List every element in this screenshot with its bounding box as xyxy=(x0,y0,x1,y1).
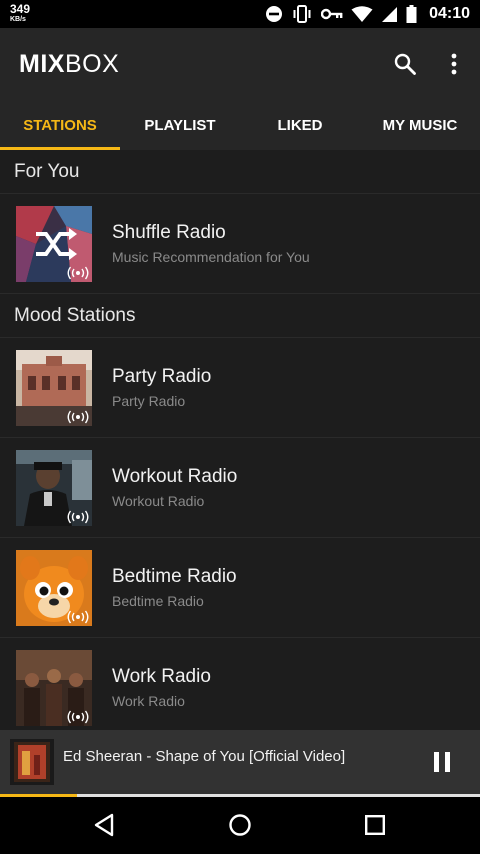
network-speed-value: 349 xyxy=(10,2,31,16)
station-title: Party Radio xyxy=(112,366,212,387)
now-playing-title: Ed Sheeran - Shape of You [Official Vide… xyxy=(63,748,346,765)
radio-broadcast-icon xyxy=(67,510,89,523)
radio-broadcast-icon xyxy=(67,710,89,723)
station-thumbnail xyxy=(16,205,92,282)
logo-light-text: BOX xyxy=(64,50,120,78)
pause-icon xyxy=(434,752,450,772)
nav-home-button[interactable] xyxy=(220,809,260,841)
mini-player[interactable]: Ed Sheeran - Shape of You [Official Vide… xyxy=(0,730,480,794)
logo-bold-text: MIX xyxy=(19,50,65,78)
station-thumbnail xyxy=(16,649,92,726)
station-title: Bedtime Radio xyxy=(112,566,237,587)
search-icon xyxy=(394,53,416,75)
station-text: Shuffle Radio Music Recommendation for Y… xyxy=(112,222,310,265)
back-icon xyxy=(94,813,114,837)
radio-broadcast-icon xyxy=(67,410,89,423)
vibrate-icon xyxy=(291,5,313,23)
app-logo: MIXBOX xyxy=(19,50,119,79)
system-nav-bar xyxy=(0,797,480,854)
do-not-disturb-icon xyxy=(265,5,283,23)
station-text: Work Radio Work Radio xyxy=(112,666,211,709)
station-subtitle: Bedtime Radio xyxy=(112,593,204,609)
radio-broadcast-icon xyxy=(67,266,89,279)
station-row-work-radio[interactable]: Work Radio Work Radio xyxy=(0,638,480,730)
tab-playlist[interactable]: PLAYLIST xyxy=(120,100,240,150)
radio-broadcast-icon xyxy=(67,610,89,623)
status-icons: 04:10 xyxy=(265,0,470,28)
recents-icon xyxy=(365,815,386,836)
tab-bar: STATIONS PLAYLIST LIKED MY MUSIC xyxy=(0,100,480,150)
station-title: Work Radio xyxy=(112,666,211,687)
station-text: Bedtime Radio Bedtime Radio xyxy=(112,566,237,609)
home-icon xyxy=(229,814,251,836)
station-row-bedtime-radio[interactable]: Bedtime Radio Bedtime Radio xyxy=(0,538,480,638)
network-speed-unit: KB/s xyxy=(10,16,26,23)
battery-icon xyxy=(406,5,417,23)
station-thumbnail xyxy=(16,449,92,526)
station-title: Workout Radio xyxy=(112,466,238,487)
vpn-key-icon xyxy=(321,7,343,21)
now-playing-thumbnail xyxy=(10,739,54,785)
tab-stations[interactable]: STATIONS xyxy=(0,100,120,150)
station-text: Party Radio Party Radio xyxy=(112,366,211,409)
station-subtitle: Work Radio xyxy=(112,693,185,709)
status-bar: 349 KB/s 04:10 xyxy=(0,0,480,28)
station-subtitle: Party Radio xyxy=(112,393,186,409)
section-header-for-you: For You xyxy=(0,150,480,194)
nav-back-button[interactable] xyxy=(84,809,124,841)
station-row-workout-radio[interactable]: Workout Radio Workout Radio xyxy=(0,438,480,538)
tab-my-music[interactable]: MY MUSIC xyxy=(360,100,480,150)
station-subtitle: Music Recommendation for You xyxy=(112,249,310,265)
nav-recents-button[interactable] xyxy=(355,809,395,841)
now-playing-artwork xyxy=(10,739,54,785)
section-header-mood-stations: Mood Stations xyxy=(0,294,480,338)
station-text: Workout Radio Workout Radio xyxy=(112,466,237,509)
station-thumbnail xyxy=(16,349,92,426)
app-root: 349 KB/s 04:10 MIXBOX STATIONS PLAYLIST … xyxy=(0,0,480,854)
status-clock: 04:10 xyxy=(429,5,470,22)
pause-button[interactable] xyxy=(426,746,458,778)
signal-icon xyxy=(381,6,398,23)
station-row-shuffle-radio[interactable]: Shuffle Radio Music Recommendation for Y… xyxy=(0,194,480,294)
station-list[interactable]: For You Shuffle Radio Music Recommendati… xyxy=(0,150,480,730)
network-speed: 349 KB/s xyxy=(10,3,30,23)
tab-liked[interactable]: LIKED xyxy=(240,100,360,150)
search-button[interactable] xyxy=(387,46,423,82)
overflow-menu-button[interactable] xyxy=(436,46,472,82)
wifi-icon xyxy=(351,5,373,23)
station-thumbnail xyxy=(16,549,92,626)
station-row-party-radio[interactable]: Party Radio Party Radio xyxy=(0,338,480,438)
more-vert-icon xyxy=(451,53,457,75)
station-title: Shuffle Radio xyxy=(112,222,226,243)
app-bar: MIXBOX xyxy=(0,28,480,100)
station-subtitle: Workout Radio xyxy=(112,493,205,509)
